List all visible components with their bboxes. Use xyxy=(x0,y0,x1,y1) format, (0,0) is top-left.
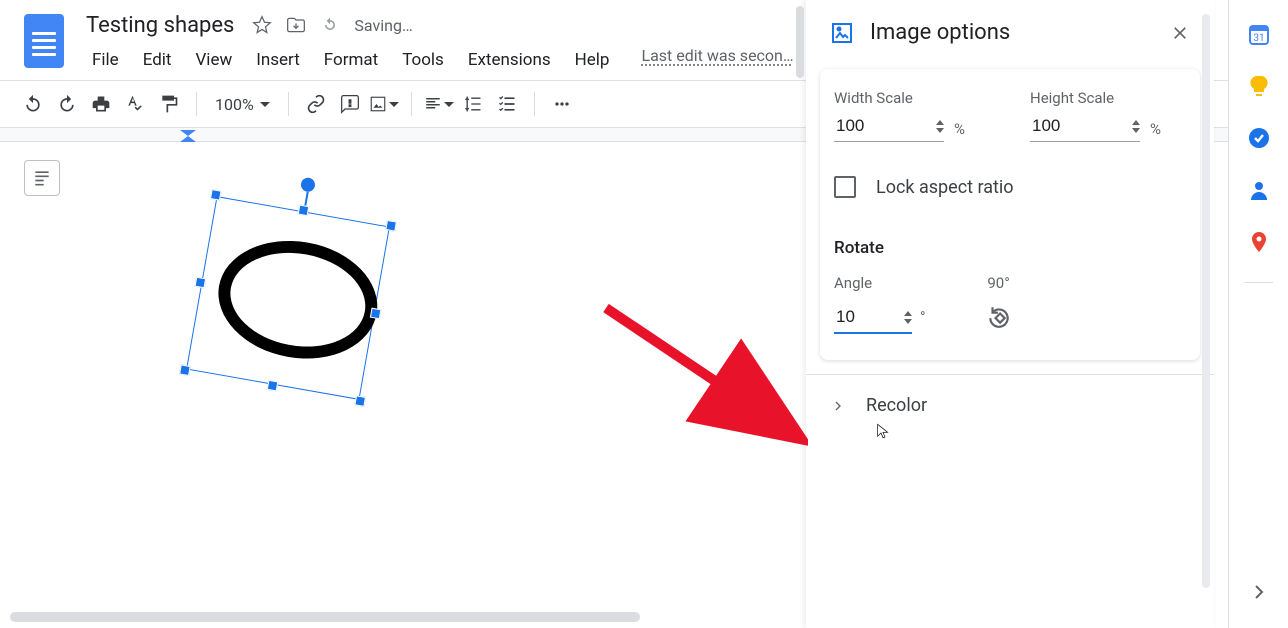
selected-shape[interactable] xyxy=(172,182,404,414)
doc-title[interactable]: Testing shapes xyxy=(82,13,238,38)
svg-text:31: 31 xyxy=(1253,33,1264,44)
width-scale-spinner[interactable] xyxy=(936,120,944,133)
height-scale-spinner[interactable] xyxy=(1132,120,1140,133)
tasks-icon[interactable] xyxy=(1247,126,1271,150)
height-scale-input[interactable] xyxy=(1030,115,1090,137)
rotate-heading: Rotate xyxy=(834,238,1186,258)
saving-status: Saving… xyxy=(354,16,412,35)
zoom-select[interactable]: 100% xyxy=(209,95,276,114)
height-scale-field[interactable] xyxy=(1030,115,1140,142)
lock-aspect-label: Lock aspect ratio xyxy=(876,177,1014,198)
rotate-handle[interactable] xyxy=(300,177,316,193)
redo-button[interactable] xyxy=(52,89,82,119)
angle-input[interactable] xyxy=(834,306,864,328)
menu-format[interactable]: Format xyxy=(314,46,388,74)
paint-format-button[interactable] xyxy=(154,89,184,119)
link-button[interactable] xyxy=(301,89,331,119)
width-scale-label: Width Scale xyxy=(834,89,990,107)
resize-handle-b[interactable] xyxy=(267,380,279,392)
image-options-panel: Image options Width Scale % Height Scale xyxy=(806,0,1214,628)
menu-help[interactable]: Help xyxy=(565,46,620,74)
cloud-sync-icon xyxy=(320,15,340,35)
chevron-right-icon xyxy=(830,398,846,414)
percent-unit: % xyxy=(1150,120,1161,138)
rotate-90-label: 90° xyxy=(986,274,1012,292)
keep-icon[interactable] xyxy=(1247,74,1271,98)
comment-button[interactable] xyxy=(335,89,365,119)
print-button[interactable] xyxy=(86,89,116,119)
resize-handle-r[interactable] xyxy=(370,308,382,320)
checklist-button[interactable] xyxy=(492,89,522,119)
recolor-label: Recolor xyxy=(866,395,927,416)
close-panel-button[interactable] xyxy=(1170,23,1190,43)
angle-field[interactable] xyxy=(834,306,912,334)
resize-handle-l[interactable] xyxy=(195,277,207,289)
image-options-icon xyxy=(830,21,854,45)
calendar-icon[interactable]: 31 xyxy=(1247,22,1271,46)
width-scale-field[interactable] xyxy=(834,115,944,142)
more-button[interactable] xyxy=(547,89,577,119)
resize-handle-bl[interactable] xyxy=(179,364,191,376)
move-icon[interactable] xyxy=(286,15,306,35)
star-icon[interactable] xyxy=(252,15,272,35)
height-scale-label: Height Scale xyxy=(1030,89,1186,107)
cursor-icon xyxy=(875,423,891,439)
panel-scrollbar-left[interactable] xyxy=(796,6,804,78)
menu-tools[interactable]: Tools xyxy=(392,46,454,74)
percent-unit: % xyxy=(954,120,965,138)
spellcheck-button[interactable] xyxy=(120,89,150,119)
width-scale-input[interactable] xyxy=(834,115,894,137)
contacts-icon[interactable] xyxy=(1247,178,1271,202)
angle-label: Angle xyxy=(834,274,926,292)
hide-sidebar-icon[interactable] xyxy=(1247,580,1271,604)
maps-icon[interactable] xyxy=(1247,230,1271,254)
align-button[interactable] xyxy=(424,89,454,119)
indent-marker[interactable] xyxy=(180,130,196,142)
panel-scrollbar-right[interactable] xyxy=(1202,14,1210,588)
last-edit-link[interactable]: Last edit was secon… xyxy=(641,46,793,74)
resize-handle-br[interactable] xyxy=(354,395,366,407)
menu-insert[interactable]: Insert xyxy=(246,46,310,74)
image-button[interactable] xyxy=(369,89,399,119)
line-spacing-button[interactable] xyxy=(458,89,488,119)
lock-aspect-checkbox[interactable] xyxy=(834,176,856,198)
degree-unit: ° xyxy=(920,308,926,326)
undo-button[interactable] xyxy=(18,89,48,119)
resize-handle-tl[interactable] xyxy=(210,189,222,201)
menu-extensions[interactable]: Extensions xyxy=(458,46,561,74)
menu-file[interactable]: File xyxy=(82,46,129,74)
menu-view[interactable]: View xyxy=(185,46,242,74)
angle-spinner[interactable] xyxy=(904,311,912,324)
outline-toggle[interactable] xyxy=(24,160,60,196)
side-apps-bar: 31 xyxy=(1228,0,1288,628)
panel-title: Image options xyxy=(870,20,1154,45)
recolor-section[interactable]: Recolor xyxy=(806,374,1214,436)
resize-handle-t[interactable] xyxy=(298,205,310,217)
resize-handle-tr[interactable] xyxy=(385,220,397,232)
menu-edit[interactable]: Edit xyxy=(133,46,182,74)
docs-logo[interactable] xyxy=(24,14,64,68)
horizontal-scrollbar[interactable] xyxy=(10,612,640,622)
rotate-90-button[interactable] xyxy=(986,304,1012,330)
